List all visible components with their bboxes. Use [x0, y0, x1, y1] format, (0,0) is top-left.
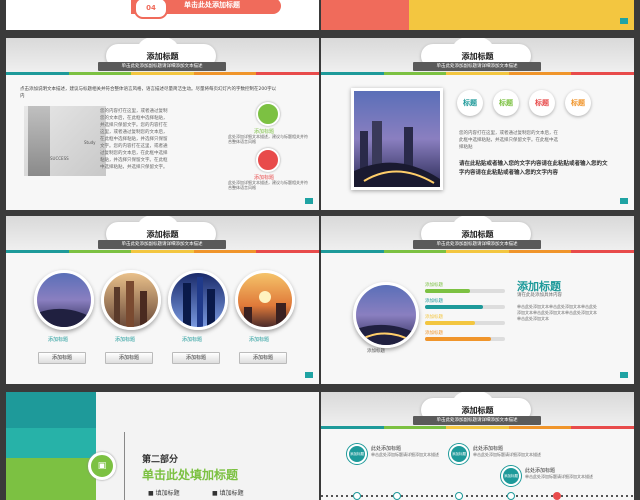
bar-label: 添加标题 — [425, 299, 443, 304]
slide-four-circles[interactable]: 添加标题 单击此处添加副标题请详细添加文本描述 添加标题 添加标题 添加标题 添… — [6, 216, 319, 384]
color-band — [6, 428, 96, 458]
color-band — [6, 458, 96, 500]
timeline-title: 此处添加标题 — [525, 468, 556, 474]
tag-pin: 标题 — [493, 90, 519, 116]
slide-subtitle: 单击此处添加副标题请详细添加文本描述 — [413, 416, 541, 425]
color-block — [321, 0, 409, 30]
slide-subtitle: 单击此处添加副标题请详细添加文本描述 — [413, 240, 541, 249]
page-number — [620, 198, 628, 204]
gift-icon — [256, 102, 280, 126]
page-number — [305, 372, 313, 378]
photo-caption: 添加标题 — [115, 337, 136, 343]
timeline-node: 添加标题 — [347, 444, 367, 464]
item-text: 此处添加详细文本描述，建议与标题相关并符合整体语言风格 — [228, 180, 308, 190]
color-stripe — [6, 72, 319, 75]
color-stripe — [321, 72, 634, 75]
photo-caption: 添加标题 — [367, 349, 385, 354]
bar-fill — [425, 337, 491, 341]
section-title: 单击此处添加标题 — [184, 1, 240, 9]
body-text: 单击此处添加文本单击此处添加文本单击此处添加文本单击此处添加文本单击此处添加文本… — [517, 304, 597, 321]
page-number — [620, 372, 628, 378]
target-icon — [256, 148, 280, 172]
body-text: 您的内容打在这里，或者通过复制您的文本后，在此框中选择粘贴，并选择只保留文字。在… — [459, 131, 558, 150]
timeline-dot — [393, 492, 401, 500]
intro-text: 点击添加说明文本描述，建议与标题相关并符合整体语言风格，语言描述尽量简洁生动。尽… — [20, 87, 277, 99]
title-button[interactable]: 添加标题 — [172, 352, 220, 364]
tag-pin: 标题 — [565, 90, 591, 116]
slide-title: 添加标题 — [461, 230, 494, 239]
bar-label: 添加标题 — [425, 283, 443, 288]
slide-subtitle: 单击此处添加副标题请详细添加文本描述 — [98, 62, 226, 71]
city-photo-circle — [235, 270, 295, 330]
slide-title: 添加标题 — [146, 52, 179, 61]
slide-title: 添加标题 — [146, 230, 179, 239]
color-stripe — [6, 250, 319, 253]
bar-fill — [425, 305, 483, 309]
bar-label: 添加标题 — [425, 315, 443, 320]
timeline-dot — [507, 492, 515, 500]
bullet-item: ■ 填加标题 — [212, 490, 244, 497]
timeline-text: 单击此处添加标题请详细添加文本描述 — [473, 452, 541, 457]
timeline-text: 单击此处添加标题请详细添加文本描述 — [371, 452, 439, 457]
slide-progress[interactable]: 添加标题 单击此处添加副标题请详细添加文本描述 添加标题 添加标题 请在此处添加… — [321, 216, 634, 384]
photo-caption: 添加标题 — [48, 337, 69, 343]
slide-photo-pins[interactable]: 添加标题 单击此处添加副标题请详细添加文本描述 标题 标题 标题 标题 您的内容… — [321, 38, 634, 210]
city-photo — [351, 88, 443, 190]
body-text: 您的内容打在这里，或者通过复制您的文本后，在此框中选择粘贴，并选择只保留文字。您… — [100, 109, 168, 170]
city-photo-circle — [168, 270, 228, 330]
slide-title: 添加标题 — [461, 406, 494, 415]
city-photo-circle — [34, 270, 94, 330]
slide-subtitle: 单击此处添加副标题请详细添加文本描述 — [98, 240, 226, 249]
timeline-node: 添加标题 — [501, 466, 521, 486]
timeline-dot — [353, 492, 361, 500]
timeline-dot — [455, 492, 463, 500]
bold-text: 请在此粘贴或者输入您的文字内容请在此粘贴或者输入您的文字内容请在此粘贴或者输入您… — [459, 161, 608, 176]
title-button[interactable]: 添加标题 — [38, 352, 86, 364]
bullet-item: ■ 填加标题 — [148, 490, 180, 497]
part-label: 第二部分 — [142, 455, 179, 465]
timeline-title: 此处添加标题 — [371, 446, 402, 452]
timeline-text: 单击此处添加标题请详细添加文本描述 — [525, 474, 593, 479]
page-number — [305, 198, 313, 204]
slide-top-left[interactable]: 04 单击此处添加标题 — [6, 0, 319, 30]
divider-line — [124, 432, 125, 500]
slide-top-right[interactable] — [321, 0, 634, 30]
chart-icon: ▣ — [88, 452, 116, 480]
color-band — [6, 392, 96, 428]
bar-fill — [425, 321, 475, 325]
slide-subtitle: 单击此处添加副标题请详细添加文本描述 — [413, 62, 541, 71]
photo-caption: 添加标题 — [182, 337, 203, 343]
city-photo-circle — [353, 282, 419, 348]
slide-title: 添加标题 — [461, 52, 494, 61]
page-number — [620, 18, 628, 24]
city-photo-circle — [101, 270, 161, 330]
timeline-dot — [553, 492, 561, 500]
color-stripe — [321, 426, 634, 429]
subheading: 请在此处添加具体内容 — [517, 293, 562, 298]
section-number: 04 — [134, 0, 168, 19]
title-button[interactable]: 添加标题 — [105, 352, 153, 364]
color-block — [409, 0, 634, 30]
timeline-node: 添加标题 — [449, 444, 469, 464]
tag-pin: 标题 — [529, 90, 555, 116]
title-button[interactable]: 添加标题 — [239, 352, 287, 364]
tag-pin: 标题 — [457, 90, 483, 116]
slide-section-divider[interactable]: ▣ 第二部分 单击此处填加标题 ■ 填加标题 ■ 填加标题 — [6, 392, 319, 500]
slide-timeline[interactable]: 添加标题 单击此处添加副标题请详细添加文本描述 添加标题 此处添加标题 单击此处… — [321, 392, 634, 500]
bar-fill — [425, 289, 470, 293]
business-photo: SUCCESS Study — [24, 106, 106, 176]
photo-caption: 添加标题 — [249, 337, 270, 343]
color-stripe — [321, 250, 634, 253]
hex-tag: Study — [84, 140, 96, 145]
timeline-title: 此处添加标题 — [473, 446, 504, 452]
bar-label: 添加标题 — [425, 331, 443, 336]
timeline-axis — [321, 495, 634, 497]
hex-tag: SUCCESS — [50, 156, 69, 161]
section-title: 单击此处填加标题 — [142, 468, 239, 482]
slide-text-image[interactable]: 添加标题 单击此处添加副标题请详细添加文本描述 点击添加说明文本描述，建议与标题… — [6, 38, 319, 210]
